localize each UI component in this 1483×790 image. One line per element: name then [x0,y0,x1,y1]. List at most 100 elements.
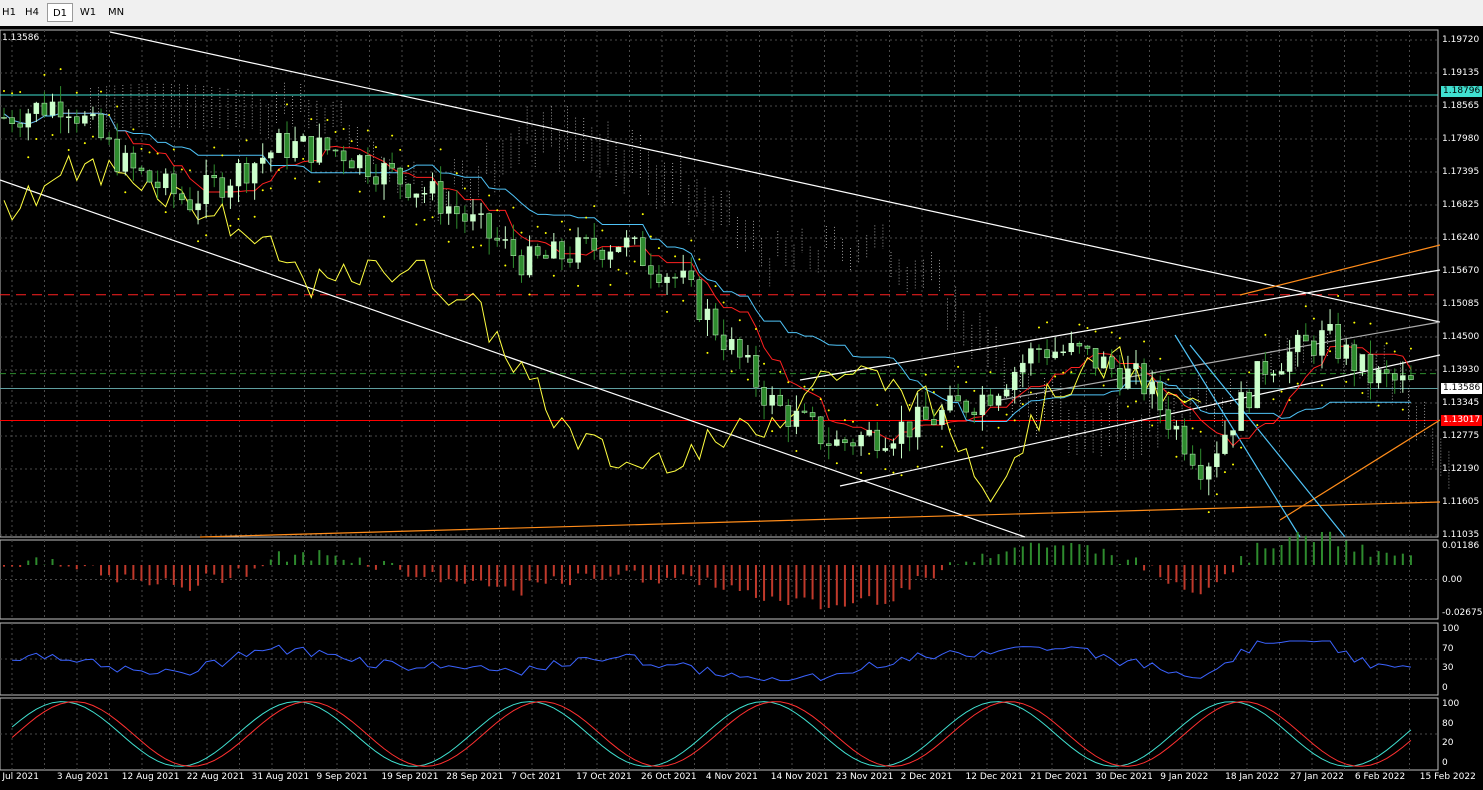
parabolic-sar-dot [35,137,38,140]
parabolic-sar-dot [949,428,952,431]
parabolic-sar-dot [237,217,240,220]
candle-body [1020,362,1026,373]
parabolic-sar-dot [43,73,46,76]
parabolic-sar-dot [1232,463,1235,466]
price-axis-label: 1.16825 [1442,200,1480,210]
timeframe-w1-button[interactable]: W1 [76,3,100,22]
candle-body [154,181,161,189]
candle-body [365,155,371,178]
candle-body [324,137,331,151]
candle-body [777,394,783,406]
candle-body [1278,371,1285,375]
candle-body [421,192,428,195]
level-red-price-tag: 1.13017 [1441,415,1483,426]
candle-body [98,113,104,139]
date-axis-label: 14 Nov 2021 [770,772,829,782]
candle-body [1367,354,1374,384]
parabolic-sar-dot [1264,333,1267,336]
parabolic-sar-dot [1070,371,1073,374]
candle-body [1165,409,1172,430]
price-axis-label: 1.12775 [1442,431,1480,441]
parabolic-sar-dot [423,218,426,221]
timeframe-h4-button[interactable]: H4 [21,3,43,22]
candle-body [57,101,64,118]
candle-body [1181,425,1188,455]
price-axis-label: 1.17395 [1442,167,1480,177]
candle-body [753,355,759,388]
chart-canvas[interactable] [0,26,1483,790]
parabolic-sar-dot [1021,403,1024,406]
candle-body [227,185,234,198]
timeframe-d1-button[interactable]: D1 [47,3,73,22]
candle-body [1359,354,1366,371]
parabolic-sar-dot [900,474,903,477]
candle-body [858,434,864,447]
timeframe-h1-button[interactable]: H1 [0,3,18,22]
parabolic-sar-dot [1304,305,1307,308]
candle-body [963,400,969,413]
parabolic-sar-dot [1312,317,1315,320]
candle-body [939,409,945,425]
parabolic-sar-dot [1062,371,1065,374]
candle-body [656,273,662,283]
parabolic-sar-dot [19,90,22,93]
macd-axis-label: 0.01186 [1442,541,1480,551]
parabolic-sar-dot [439,148,442,151]
candle-body [712,308,719,336]
parabolic-sar-dot [544,231,547,234]
candle-body [1319,330,1325,356]
parabolic-sar-dot [277,168,280,171]
candle-body [696,279,703,320]
parabolic-sar-dot [585,216,588,219]
candle-body [316,137,323,163]
parabolic-sar-dot [11,92,14,95]
parabolic-sar-dot [205,234,208,237]
candle-body [1400,375,1406,381]
parabolic-sar-dot [221,154,224,157]
parabolic-sar-dot [1337,294,1340,297]
candle-body [373,176,379,185]
candle-body [259,157,266,164]
parabolic-sar-dot [1183,400,1186,403]
parabolic-sar-dot [197,240,200,243]
candle-body [203,175,209,205]
parabolic-sar-dot [1167,378,1170,381]
candle-body [82,115,88,124]
parabolic-sar-dot [779,370,782,373]
parabolic-sar-dot [1401,408,1404,411]
candle-body [1084,345,1091,349]
candle-body [785,405,792,427]
date-axis-label: 3 Aug 2021 [56,772,109,782]
candle-body [737,339,743,358]
candle-body [631,237,638,239]
parabolic-sar-dot [1240,446,1243,449]
parabolic-sar-dot [1078,323,1081,326]
parabolic-sar-dot [876,404,879,407]
parabolic-sar-dot [916,465,919,468]
parabolic-sar-dot [706,351,709,354]
parabolic-sar-dot [132,128,135,131]
date-axis-label: 7 Oct 2021 [511,772,562,782]
parabolic-sar-dot [1086,327,1089,330]
candle-body [454,206,460,215]
candle-body [769,394,775,406]
candle-body [688,270,695,281]
candle-body [429,181,436,194]
candle-body [65,116,72,118]
candle-body [413,193,420,198]
timeframe-mn-button[interactable]: MN [102,3,130,22]
parabolic-sar-dot [1135,400,1137,403]
parabolic-sar-dot [754,327,757,330]
parabolic-sar-dot [1361,391,1364,394]
candle-body [987,394,994,406]
parabolic-sar-dot [1329,350,1332,353]
parabolic-sar-dot [1199,430,1202,433]
candle-body [615,246,622,253]
parabolic-sar-dot [302,157,305,160]
candle-body [1157,381,1164,411]
parabolic-sar-dot [803,385,806,388]
candle-body [486,213,492,239]
parabolic-sar-dot [67,149,70,152]
macd-axis-label: -0.026752 [1442,608,1483,618]
parabolic-sar-dot [884,468,887,471]
